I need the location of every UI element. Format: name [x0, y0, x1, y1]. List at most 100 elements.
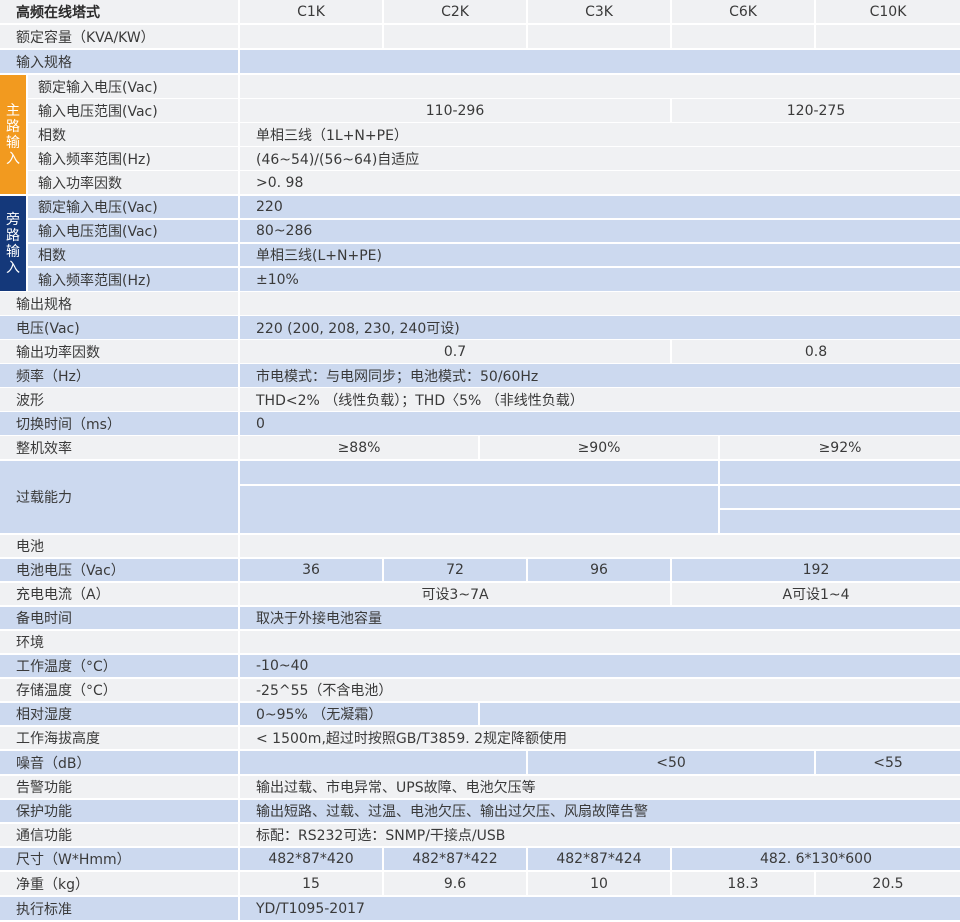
- communication-function-label: 通信功能: [0, 824, 238, 846]
- bypass-phase-value: 单相三线(L+N+PE): [240, 244, 960, 266]
- spec-table: 高频在线塔式 C1K C2K C3K C6K C10K 额定容量（KVA/KW）…: [0, 0, 960, 922]
- table-cell: [672, 25, 814, 48]
- main-power-factor-label: 输入功率因数: [28, 171, 238, 194]
- charge-current-value-b: A可设1~4: [672, 583, 960, 605]
- storage-temp-label: 存储温度（°C）: [0, 679, 238, 701]
- communication-function-value: 标配：RS232可选：SNMP/干接点/USB: [240, 824, 960, 846]
- efficiency-label: 整机效率: [0, 436, 238, 459]
- model-header-c6k: C6K: [672, 0, 814, 23]
- charge-current-label: 充电电流（A）: [0, 583, 238, 605]
- input-spec-section-label: 输入规格: [0, 50, 238, 73]
- battery-voltage-c6k-c10k: 192: [672, 559, 960, 581]
- noise-value-a: <50: [528, 751, 814, 774]
- weight-c2k: 9.6: [384, 872, 526, 895]
- bypass-rated-voltage-label: 额定输入电压(Vac): [28, 196, 238, 218]
- output-power-factor-value-a: 0.7: [240, 340, 670, 363]
- noise-value-b: <55: [816, 751, 960, 774]
- table-cell: [384, 25, 526, 48]
- size-label: 尺寸（W*Hmm）: [0, 848, 238, 870]
- table-cell: [720, 461, 960, 484]
- main-phase-label: 相数: [28, 123, 238, 146]
- model-header-c10k: C10K: [816, 0, 960, 23]
- humidity-label: 相对湿度: [0, 703, 238, 725]
- table-cell: [240, 486, 718, 533]
- model-header-c2k: C2K: [384, 0, 526, 23]
- table-cell: [240, 631, 960, 653]
- output-frequency-value: 市电模式：与电网同步；电池模式：50/60Hz: [240, 364, 960, 387]
- table-cell: [240, 751, 526, 774]
- bypass-freq-range-label: 输入频率范围(Hz): [28, 268, 238, 291]
- operating-temp-value: -10~40: [240, 655, 960, 677]
- weight-label: 净重（kg）: [0, 872, 238, 895]
- switch-time-value: 0: [240, 412, 960, 435]
- environment-section-label: 环境: [0, 631, 238, 653]
- storage-temp-value: -25^55（不含电池）: [240, 679, 960, 701]
- weight-c3k: 10: [528, 872, 670, 895]
- model-header-c1k: C1K: [240, 0, 382, 23]
- size-c6k-c10k: 482. 6*130*600: [672, 848, 960, 870]
- main-input-side-label: 主 路 输 入: [0, 75, 26, 194]
- output-waveform-value: THD<2% （线性负载）；THD〈5% （非线性负载）: [240, 388, 960, 411]
- backup-time-label: 备电时间: [0, 607, 238, 629]
- standard-value: YD/T1095-2017: [240, 897, 960, 920]
- humidity-value: 0~95% （无凝霜）: [240, 703, 478, 725]
- bypass-rated-voltage-value: 220: [240, 196, 960, 218]
- noise-label: 噪音（dB）: [0, 751, 238, 774]
- table-cell: [240, 50, 960, 73]
- output-waveform-label: 波形: [0, 388, 238, 411]
- table-cell: [720, 486, 960, 508]
- bypass-freq-range-value: ±10%: [240, 268, 960, 291]
- main-rated-voltage-label: 额定输入电压(Vac): [28, 75, 238, 98]
- rated-capacity-label: 额定容量（KVA/KW）: [0, 25, 238, 48]
- table-title: 高频在线塔式: [0, 0, 238, 23]
- bypass-input-side-label: 旁 路 输 入: [0, 196, 26, 291]
- battery-voltage-c1k: 36: [240, 559, 382, 581]
- alarm-function-value: 输出过载、市电异常、UPS故障、电池欠压等: [240, 776, 960, 798]
- output-power-factor-value-b: 0.8: [672, 340, 960, 363]
- main-freq-range-value: (46~54)/(56~64)自适应: [240, 147, 960, 170]
- protection-function-label: 保护功能: [0, 800, 238, 822]
- weight-c10k: 20.5: [816, 872, 960, 895]
- battery-voltage-c3k: 96: [528, 559, 670, 581]
- operating-temp-label: 工作温度（°C）: [0, 655, 238, 677]
- main-freq-range-label: 输入频率范围(Hz): [28, 147, 238, 170]
- table-cell: [720, 510, 960, 533]
- output-power-factor-label: 输出功率因数: [0, 340, 238, 363]
- battery-voltage-label: 电池电压（Vac）: [0, 559, 238, 581]
- efficiency-value-c: ≥92%: [720, 436, 960, 459]
- table-cell: [240, 292, 960, 315]
- efficiency-value-a: ≥88%: [240, 436, 478, 459]
- output-frequency-label: 频率（Hz）: [0, 364, 238, 387]
- table-cell: [480, 703, 960, 725]
- altitude-label: 工作海拔高度: [0, 727, 238, 749]
- table-cell: [528, 25, 670, 48]
- model-header-c3k: C3K: [528, 0, 670, 23]
- table-cell: [816, 25, 960, 48]
- charge-current-value-a: 可设3~7A: [240, 583, 670, 605]
- size-c3k: 482*87*424: [528, 848, 670, 870]
- efficiency-value-b: ≥90%: [480, 436, 718, 459]
- table-cell: [240, 535, 960, 557]
- bypass-phase-label: 相数: [28, 244, 238, 266]
- alarm-function-label: 告警功能: [0, 776, 238, 798]
- main-voltage-range-label: 输入电压范围(Vac): [28, 99, 238, 122]
- backup-time-value: 取决于外接电池容量: [240, 607, 960, 629]
- weight-c1k: 15: [240, 872, 382, 895]
- bypass-voltage-range-value: 80~286: [240, 220, 960, 242]
- bypass-voltage-range-label: 输入电压范围(Vac): [28, 220, 238, 242]
- battery-voltage-c2k: 72: [384, 559, 526, 581]
- main-voltage-range-value-b: 120-275: [672, 99, 960, 122]
- protection-function-value: 输出短路、过载、过温、电池欠压、输出过欠压、风扇故障告警: [240, 800, 960, 822]
- output-voltage-value: 220 (200, 208, 230, 240可设): [240, 316, 960, 339]
- weight-c6k: 18.3: [672, 872, 814, 895]
- size-c1k: 482*87*420: [240, 848, 382, 870]
- battery-section-label: 电池: [0, 535, 238, 557]
- standard-label: 执行标准: [0, 897, 238, 920]
- main-phase-value: 单相三线（1L+N+PE）: [240, 123, 960, 146]
- switch-time-label: 切换时间（ms）: [0, 412, 238, 435]
- table-cell: [240, 25, 382, 48]
- main-voltage-range-value-a: 110-296: [240, 99, 670, 122]
- altitude-value: < 1500m,超过时按照GB/T3859. 2规定降额使用: [240, 727, 960, 749]
- overload-label: 过载能力: [0, 461, 238, 533]
- size-c2k: 482*87*422: [384, 848, 526, 870]
